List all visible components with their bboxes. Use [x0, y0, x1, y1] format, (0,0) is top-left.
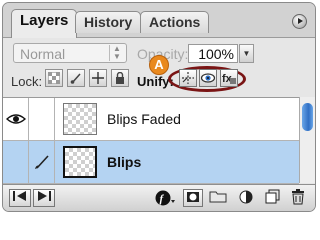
brush-icon: [35, 155, 49, 169]
layers-palette: Layers History Actions Normal ▲ ▼ Opacity…: [2, 2, 316, 212]
lock-position-button[interactable]: [89, 69, 107, 87]
callout-badge: A: [149, 55, 169, 75]
new-set-button[interactable]: [207, 189, 229, 207]
next-button[interactable]: [33, 189, 55, 207]
unify-visibility-button[interactable]: [199, 69, 217, 87]
link-toggle[interactable]: [29, 141, 55, 183]
lock-all-button[interactable]: [111, 69, 129, 87]
tab-label: Actions: [149, 14, 201, 30]
unify-position-icon: [182, 72, 194, 84]
tab-history[interactable]: History: [75, 11, 142, 33]
layer-style-button[interactable]: f: [153, 189, 177, 207]
tab-label: Layers: [20, 12, 69, 29]
layer-thumbnail: [63, 103, 97, 135]
palette-menu-button[interactable]: [292, 14, 307, 29]
opacity-field[interactable]: 100%: [188, 44, 238, 63]
blend-mode-value: Normal: [20, 46, 66, 62]
layer-name: Blips Faded: [107, 111, 181, 127]
fx-icon: f: [155, 190, 175, 206]
visibility-toggle[interactable]: [3, 141, 29, 183]
visibility-toggle[interactable]: [3, 98, 29, 140]
move-icon: [92, 72, 104, 84]
new-layer-icon: [265, 189, 280, 204]
adjustment-icon: [239, 190, 253, 204]
tab-layers[interactable]: Layers: [11, 9, 78, 38]
link-toggle[interactable]: [29, 98, 55, 140]
tab-label: History: [84, 14, 133, 30]
forward-icon: [38, 191, 51, 201]
lock-label: Lock:: [11, 74, 43, 89]
scroll-thumb[interactable]: [302, 103, 313, 131]
rewind-icon: [13, 191, 26, 201]
tab-bar: Layers History Actions: [3, 3, 315, 38]
layer-style-icon: fx: [222, 73, 236, 85]
checker-icon: [47, 71, 61, 85]
unify-style-button[interactable]: fx: [220, 69, 238, 87]
eye-icon: [6, 114, 26, 124]
mask-icon: [187, 192, 199, 202]
layer-row[interactable]: Blips: [3, 141, 299, 184]
unify-position-button[interactable]: [179, 69, 197, 87]
new-adjustment-layer-button[interactable]: [235, 189, 257, 207]
layers-scrollbar[interactable]: [299, 97, 315, 183]
new-layer-button[interactable]: [261, 189, 283, 207]
opacity-dropdown-button[interactable]: ▼: [239, 44, 254, 63]
brush-icon: [70, 73, 81, 84]
eye-icon: [200, 73, 216, 83]
folder-icon: [209, 191, 227, 203]
trash-icon: [292, 189, 304, 205]
select-arrows-icon: ▲ ▼: [109, 45, 124, 61]
delete-layer-button[interactable]: [287, 189, 309, 207]
layer-row[interactable]: Blips Faded: [3, 98, 299, 141]
add-mask-button[interactable]: [183, 189, 203, 207]
layer-name: Blips: [107, 154, 142, 170]
lock-icon: [116, 71, 124, 84]
tab-actions[interactable]: Actions: [140, 11, 210, 33]
layer-thumbnail: [63, 146, 97, 178]
bottom-toolbar: f: [3, 184, 315, 211]
lock-transparency-button[interactable]: [45, 69, 63, 87]
blend-mode-select[interactable]: Normal ▲ ▼: [13, 43, 127, 63]
lock-pixels-button[interactable]: [67, 69, 85, 87]
layers-list: Blips Faded Blips: [3, 97, 299, 184]
previous-button[interactable]: [9, 189, 31, 207]
